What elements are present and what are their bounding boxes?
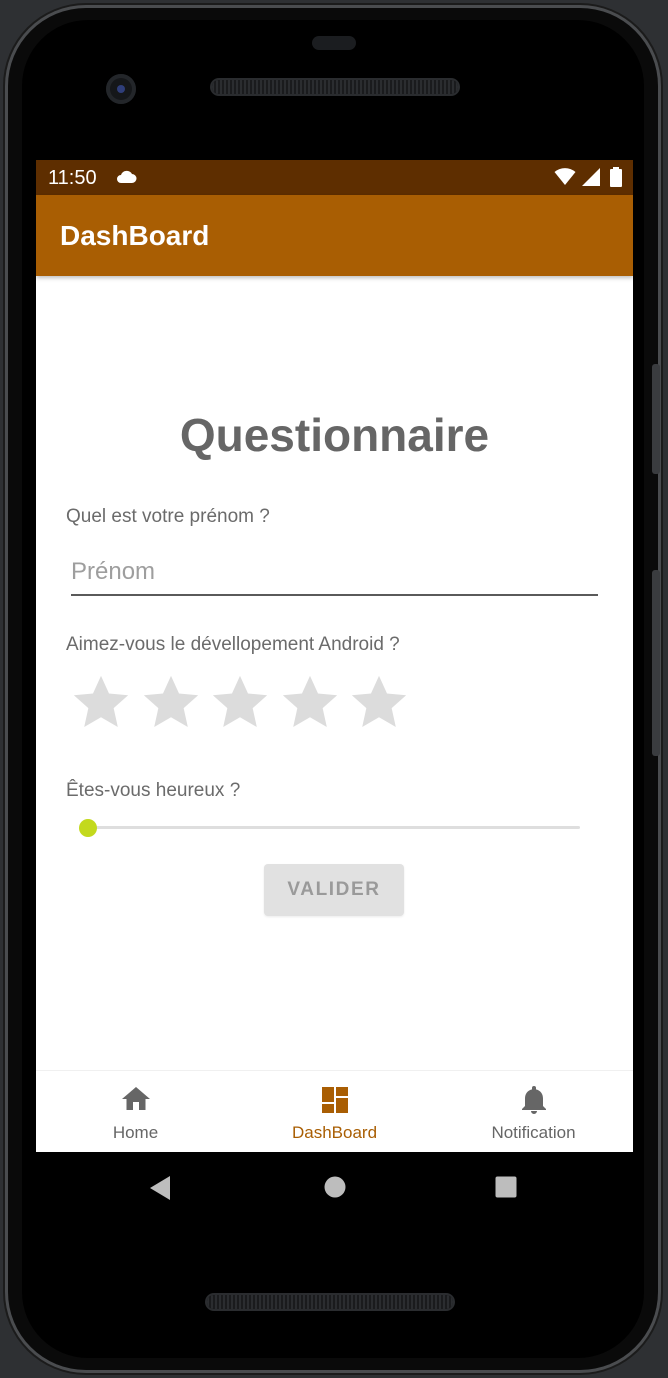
star-icon[interactable]	[140, 672, 202, 734]
nav-label-notification: Notification	[491, 1123, 576, 1142]
home-circle-icon[interactable]	[323, 1175, 347, 1199]
back-icon[interactable]	[148, 1175, 172, 1201]
happiness-slider[interactable]	[79, 816, 586, 840]
dashboard-icon	[321, 1087, 348, 1113]
star-icon[interactable]	[348, 672, 410, 734]
page-title: Questionnaire	[179, 409, 490, 461]
name-question-label: Quel est votre prénom ?	[66, 506, 270, 527]
screen: 11:50 DashBoard Questionnaire Quel est v…	[36, 160, 633, 1152]
slider-track	[88, 826, 580, 829]
nav-item-home[interactable]: Home	[36, 1071, 235, 1152]
recents-icon[interactable]	[494, 1175, 518, 1199]
sensor-slot	[312, 36, 356, 50]
power-button	[652, 570, 660, 756]
slider-thumb[interactable]	[79, 819, 97, 837]
battery-icon	[610, 167, 622, 187]
nav-label-home: Home	[112, 1123, 159, 1142]
star-icon[interactable]	[209, 672, 271, 734]
app-bar: DashBoard	[36, 195, 633, 276]
bell-icon	[521, 1086, 546, 1114]
nav-label-dashboard: DashBoard	[291, 1123, 378, 1142]
signal-icon	[581, 168, 600, 186]
earpiece-speaker	[212, 80, 458, 94]
front-camera	[106, 74, 136, 104]
wifi-icon	[554, 168, 576, 185]
happy-question-label: Êtes-vous heureux ?	[66, 780, 241, 801]
first-name-input[interactable]	[71, 552, 598, 592]
home-icon	[121, 1087, 150, 1110]
bottom-speaker	[207, 1295, 453, 1309]
app-bar-title: DashBoard	[60, 220, 210, 251]
volume-button	[652, 364, 660, 474]
nav-item-dashboard[interactable]: DashBoard	[235, 1071, 434, 1152]
star-icon[interactable]	[279, 672, 341, 734]
rating-bar[interactable]	[70, 672, 430, 734]
submit-button[interactable]: VALIDER	[264, 864, 404, 916]
status-time: 11:50	[48, 167, 97, 189]
cloud-icon	[115, 169, 137, 190]
star-icon[interactable]	[70, 672, 132, 734]
status-icons	[554, 167, 623, 187]
bottom-navigation: Home DashBoard Notification	[36, 1070, 633, 1152]
status-bar: 11:50	[36, 160, 633, 195]
first-name-field-wrapper	[71, 552, 598, 596]
android-question-label: Aimez-vous le dévellopement Android ?	[66, 634, 400, 655]
nav-item-notification[interactable]: Notification	[434, 1071, 633, 1152]
